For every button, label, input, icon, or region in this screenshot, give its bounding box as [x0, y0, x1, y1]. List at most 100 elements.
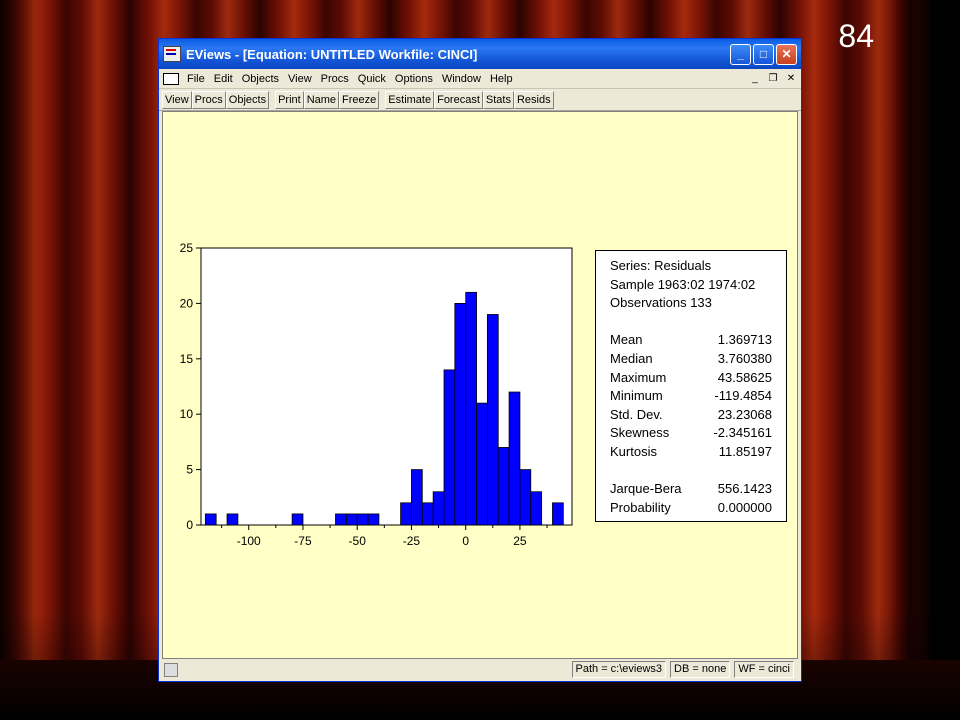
- freeze-button[interactable]: Freeze: [339, 90, 380, 109]
- histogram-bar: [519, 469, 532, 526]
- stats-row-skewness: Skewness -2.345161: [610, 424, 786, 443]
- x-tick-label: 25: [513, 534, 527, 548]
- stats-value: -119.4854: [714, 388, 772, 404]
- stats-value: 556.1423: [717, 481, 772, 497]
- stats-label: Std. Dev.: [610, 406, 663, 422]
- histogram-bar: [552, 502, 564, 526]
- y-tick-label: 0: [186, 518, 193, 532]
- curtain-shadow-right: [890, 0, 960, 720]
- status-wf: WF = cinci: [734, 661, 794, 678]
- histogram-bar: [204, 513, 217, 526]
- y-tick-label: 10: [180, 407, 194, 421]
- stats-observations: Observations 133: [610, 295, 712, 311]
- stats-row-stddev: Std. Dev. 23.23068: [610, 406, 786, 425]
- stats-label: Probability: [610, 499, 671, 515]
- mdi-restore-button[interactable]: ❐: [765, 73, 781, 84]
- eviews-window: EViews - [Equation: UNTITLED Workfile: C…: [158, 38, 802, 682]
- menu-bar: File Edit Objects View Procs Quick Optio…: [159, 69, 801, 89]
- slide-number: 84: [838, 18, 874, 54]
- menu-window[interactable]: Window: [442, 73, 481, 85]
- status-db: DB = none: [670, 661, 731, 678]
- histogram-bar: [356, 513, 369, 526]
- forecast-button[interactable]: Forecast: [434, 90, 483, 109]
- stats-value: 11.85197: [718, 443, 772, 459]
- mdi-minimize-button[interactable]: _: [747, 73, 763, 84]
- command-area-icon[interactable]: [164, 662, 178, 677]
- stats-value: 23.23068: [717, 406, 772, 422]
- resids-button[interactable]: Resids: [513, 90, 554, 109]
- menu-help[interactable]: Help: [490, 73, 513, 85]
- stats-value: 3.760380: [717, 350, 772, 366]
- close-button[interactable]: ✕: [776, 43, 797, 65]
- eviews-app-icon[interactable]: [163, 46, 181, 62]
- stats-spacer: [610, 313, 786, 332]
- stats-row-probability: Probability 0.000000: [610, 499, 786, 518]
- histogram-bar: [421, 502, 434, 526]
- title-bar[interactable]: EViews - [Equation: UNTITLED Workfile: C…: [159, 39, 801, 69]
- x-tick-label: -75: [294, 534, 312, 548]
- stats-button[interactable]: Stats: [482, 90, 514, 109]
- stats-row-median: Median 3.760380: [610, 350, 786, 369]
- mdi-close-button[interactable]: ✕: [783, 73, 799, 84]
- stats-row-minimum: Minimum -119.4854: [610, 387, 786, 406]
- stats-label: Kurtosis: [610, 443, 657, 459]
- x-tick-label: -50: [349, 534, 367, 548]
- stats-row-jarque-bera: Jarque-Bera 556.1423: [610, 480, 786, 499]
- stats-label: Median: [610, 350, 653, 366]
- histogram-bar: [465, 291, 477, 526]
- histogram-bar: [291, 513, 304, 526]
- name-button[interactable]: Name: [303, 90, 340, 109]
- procs-button[interactable]: Procs: [191, 90, 226, 109]
- histogram-bar: [454, 302, 467, 526]
- menu-quick[interactable]: Quick: [358, 73, 386, 85]
- minimize-button[interactable]: _: [730, 43, 751, 65]
- stats-label: Mean: [610, 332, 643, 348]
- histogram-bar: [486, 314, 499, 526]
- histogram-bar: [367, 513, 380, 526]
- stats-label: Maximum: [610, 369, 667, 385]
- menu-objects[interactable]: Objects: [242, 73, 279, 85]
- histogram-bar: [497, 447, 510, 526]
- histogram-bar: [476, 402, 488, 526]
- histogram-bar: [226, 513, 239, 526]
- stats-row-maximum: Maximum 43.58625: [610, 369, 786, 388]
- curtain-shadow-left: [0, 0, 40, 720]
- stats-series: Series: Residuals: [610, 258, 712, 273]
- x-axis: -100 -75 -50 -25 0 25: [221, 525, 548, 548]
- x-tick-label: 0: [462, 534, 469, 548]
- stats-label: Skewness: [610, 425, 670, 441]
- menu-edit[interactable]: Edit: [214, 73, 233, 85]
- menu-procs[interactable]: Procs: [321, 73, 349, 85]
- histogram-bar: [508, 391, 521, 526]
- histogram-bar: [335, 513, 347, 526]
- histogram-bar: [530, 491, 543, 526]
- menu-options[interactable]: Options: [395, 73, 433, 85]
- stats-row-mean: Mean 1.369713: [610, 331, 786, 350]
- estimate-button[interactable]: Estimate: [385, 90, 435, 109]
- equation-view-pane: 0 5 10 15 20 25 -100 -75 -50 -25 0 25 Series: Resi…: [162, 111, 798, 659]
- y-tick-label: 20: [180, 296, 194, 310]
- print-button[interactable]: Print: [275, 90, 304, 109]
- y-axis: 0 5 10 15 20 25: [180, 241, 201, 532]
- stats-value: -2.345161: [713, 425, 772, 441]
- stats-row-kurtosis: Kurtosis 11.85197: [610, 443, 786, 462]
- y-tick-label: 5: [186, 463, 193, 477]
- stats-sample: Sample 1963:02 1974:02: [610, 276, 756, 292]
- histogram-bar: [411, 469, 423, 526]
- y-tick-label: 25: [180, 241, 194, 255]
- window-menu-icon[interactable]: [163, 72, 179, 85]
- x-tick-label: -25: [403, 534, 421, 548]
- stats-label: Jarque-Bera: [610, 481, 682, 497]
- view-button[interactable]: View: [162, 90, 192, 109]
- status-bar: Path = c:\eviews3 DB = none WF = cinci: [162, 660, 798, 679]
- stats-spacer: [610, 462, 786, 481]
- stats-value: 43.58625: [717, 369, 772, 385]
- menu-view[interactable]: View: [288, 73, 312, 85]
- histogram-bar: [443, 369, 456, 526]
- menu-file[interactable]: File: [187, 73, 205, 85]
- maximize-button[interactable]: □: [753, 43, 774, 65]
- equation-toolbar: View Procs Objects Print Name Freeze Est…: [159, 89, 801, 111]
- histogram-bar: [400, 502, 412, 526]
- residual-stats-box: Series: Residuals Sample 1963:02 1974:02…: [595, 250, 787, 522]
- objects-button[interactable]: Objects: [225, 90, 270, 109]
